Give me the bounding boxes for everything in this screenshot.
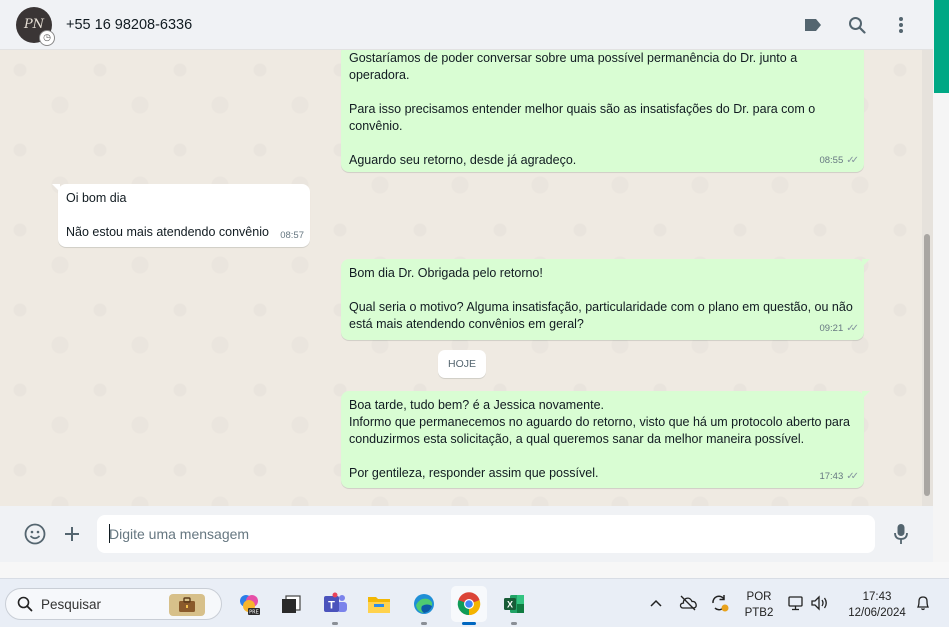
excel-icon[interactable]: X xyxy=(496,586,532,625)
windows-taskbar: Pesquisar PRE T X POR PTB2 17:43 12/06/2… xyxy=(0,578,949,627)
emoji-icon[interactable] xyxy=(17,516,53,552)
message-input[interactable] xyxy=(97,515,875,553)
message-meta: 09:21 ✓✓ xyxy=(819,320,858,337)
header-actions xyxy=(789,5,921,45)
message-bubble-outgoing[interactable]: Gostaríamos de poder conversar sobre uma… xyxy=(341,50,864,172)
text-caret xyxy=(109,524,110,543)
chat-header: PN ◷ +55 16 98208-6336 xyxy=(0,0,933,50)
double-check-icon: ✓✓ xyxy=(846,471,859,482)
search-placeholder: Pesquisar xyxy=(41,596,102,612)
message-bubble-outgoing[interactable]: Bom dia Dr. Obrigada pelo retorno! Qual … xyxy=(341,259,870,340)
copilot-app-icon[interactable]: PRE xyxy=(231,586,267,622)
status-clock-icon: ◷ xyxy=(39,29,55,46)
double-check-icon: ✓✓ xyxy=(846,155,859,166)
sync-warning-icon[interactable] xyxy=(708,579,732,627)
message-text: Por gentileza, responder assim que possí… xyxy=(349,466,599,480)
volume-icon[interactable] xyxy=(809,579,831,627)
search-icon xyxy=(17,596,33,612)
cloud-offline-icon[interactable] xyxy=(676,579,700,627)
message-time: 08:57 xyxy=(280,230,304,241)
svg-text:PRE: PRE xyxy=(249,610,259,616)
message-bubble-incoming[interactable]: Oi bom dia Não estou mais atendendo conv… xyxy=(52,184,310,247)
window-bottom-edge xyxy=(0,562,949,578)
app-running-indicator xyxy=(332,622,338,625)
message-time: 09:21 xyxy=(819,323,844,334)
message-text: Oi bom dia xyxy=(66,191,127,205)
contact-avatar[interactable]: PN ◷ xyxy=(16,6,55,46)
chevron-up-icon[interactable] xyxy=(645,579,667,627)
clock-time: 17:43 xyxy=(862,591,892,603)
edge-icon[interactable] xyxy=(406,586,442,625)
message-text: Gostaríamos de poder conversar sobre uma… xyxy=(349,51,801,82)
label-icon[interactable] xyxy=(793,5,833,45)
chat-panel: Gostaríamos de poder conversar sobre uma… xyxy=(0,50,933,506)
window-accent-bar xyxy=(934,0,949,93)
contact-name[interactable]: +55 16 98208-6336 xyxy=(66,17,192,33)
message-text: Bom dia Dr. Obrigada pelo retorno! xyxy=(349,266,543,280)
message-text: Aguardo seu retorno, desde já agradeço. xyxy=(349,153,577,167)
teams-icon[interactable]: T xyxy=(317,586,353,625)
message-text: Para isso precisamos entender melhor qua… xyxy=(349,102,819,133)
message-time: 08:55 xyxy=(819,155,844,166)
keyboard-layout: PTB2 xyxy=(744,607,774,619)
bubble-tail xyxy=(862,391,870,399)
bubble-tail xyxy=(52,184,60,192)
clock-date: 12/06/2024 xyxy=(848,607,906,619)
chat-scrollbar-thumb[interactable] xyxy=(924,234,930,496)
input-language[interactable]: POR PTB2 xyxy=(744,589,774,621)
app-running-indicator xyxy=(511,622,517,625)
avatar-monogram: PN xyxy=(23,17,45,32)
bubble-tail xyxy=(862,259,870,267)
chrome-icon[interactable] xyxy=(451,586,487,625)
message-meta: 17:43 ✓✓ xyxy=(819,468,858,485)
svg-text:X: X xyxy=(507,600,513,610)
svg-text:T: T xyxy=(328,600,335,612)
notification-bell-icon[interactable] xyxy=(913,579,933,627)
search-icon[interactable] xyxy=(837,5,877,45)
language-code: POR xyxy=(746,591,772,603)
date-divider: HOJE xyxy=(438,350,486,378)
attach-plus-icon[interactable] xyxy=(54,516,90,552)
taskbar-search[interactable]: Pesquisar xyxy=(5,588,222,620)
app-running-indicator xyxy=(421,622,427,625)
app-active-indicator xyxy=(462,622,476,625)
microphone-icon[interactable] xyxy=(883,516,919,552)
message-bubble-outgoing[interactable]: Boa tarde, tudo bem? é a Jessica novamen… xyxy=(341,391,870,488)
message-text: Boa tarde, tudo bem? é a Jessica novamen… xyxy=(349,398,851,446)
message-time: 17:43 xyxy=(819,471,844,482)
message-meta: 08:55 ✓✓ xyxy=(819,152,858,169)
system-clock[interactable]: 17:43 12/06/2024 xyxy=(842,589,912,621)
message-text: Qual seria o motivo? Alguma insatisfação… xyxy=(349,300,857,331)
message-meta: 08:57 xyxy=(280,227,304,244)
network-icon[interactable] xyxy=(786,579,806,627)
message-text: Não estou mais atendendo convênio xyxy=(66,225,269,239)
message-composer xyxy=(0,506,933,562)
more-menu-icon[interactable] xyxy=(881,5,921,45)
briefcase-icon xyxy=(169,594,205,616)
double-check-icon: ✓✓ xyxy=(846,323,859,334)
file-explorer-icon[interactable] xyxy=(361,586,397,622)
task-view-icon[interactable] xyxy=(273,586,309,622)
